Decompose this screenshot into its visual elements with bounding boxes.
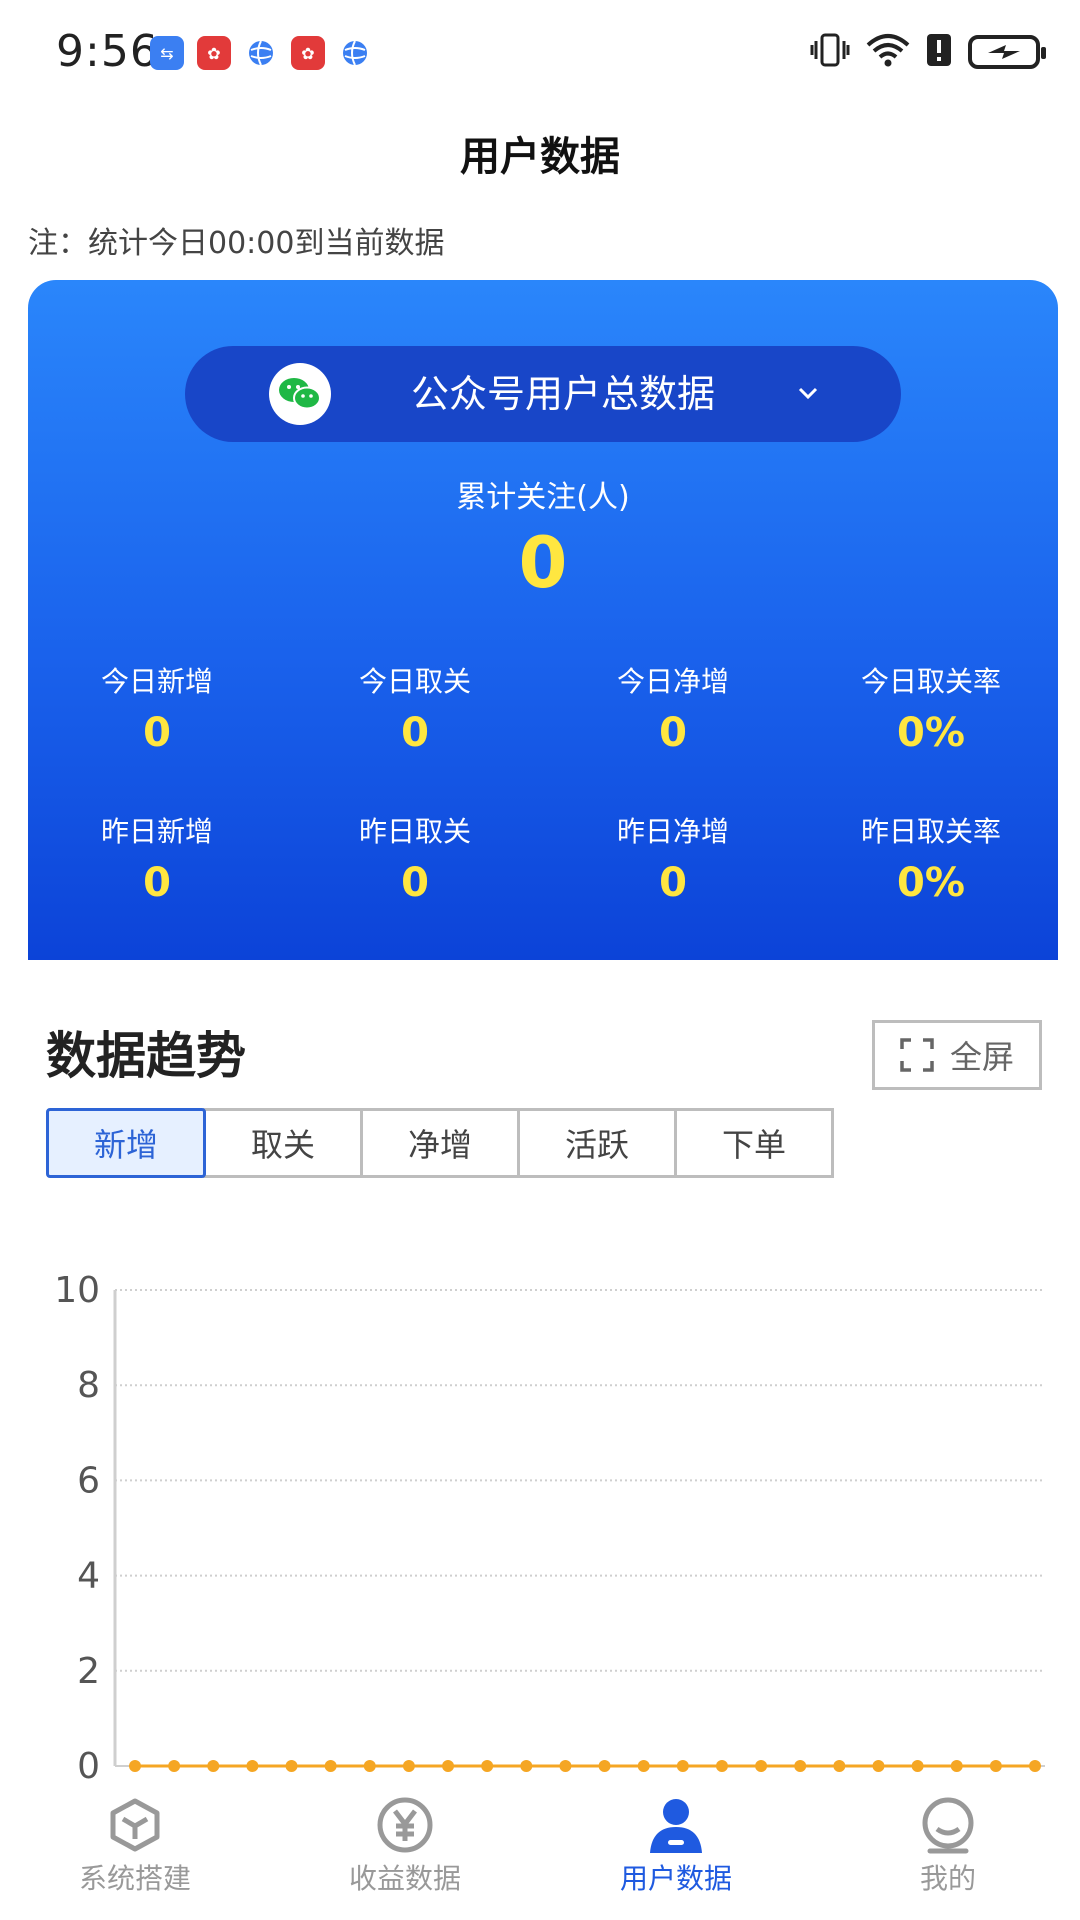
- data-point: [402, 1760, 415, 1772]
- stat-value: 0: [401, 860, 429, 906]
- alert-icon: [926, 33, 952, 71]
- chevron-down-icon: [798, 387, 818, 400]
- clock: 9:56: [56, 26, 159, 77]
- profile-icon: [922, 1797, 974, 1854]
- data-point: [715, 1760, 728, 1772]
- trend-tabs: 新增 取关 净增 活跃 下单: [46, 1108, 846, 1178]
- data-point: [168, 1760, 181, 1772]
- wifi-icon: [866, 33, 910, 71]
- tab-net[interactable]: 净增: [360, 1108, 520, 1178]
- yen-icon: [377, 1797, 433, 1853]
- stat-yesterday-net: 昨日净增 0: [544, 810, 802, 906]
- stat-value: 0%: [897, 860, 965, 906]
- data-point: [207, 1760, 220, 1772]
- fullscreen-icon: [900, 1038, 934, 1072]
- data-point: [833, 1760, 846, 1772]
- fullscreen-button[interactable]: 全屏: [872, 1020, 1042, 1090]
- y-tick-label: 6: [77, 1460, 100, 1501]
- y-tick-label: 2: [77, 1651, 100, 1692]
- y-tick-label: 4: [77, 1556, 100, 1597]
- trend-title: 数据趋势: [46, 1027, 246, 1085]
- stat-value: 0: [143, 710, 171, 756]
- nav-label: 我的: [919, 1862, 976, 1895]
- cube-icon: [110, 1798, 160, 1852]
- total-followers-value: 0: [518, 522, 568, 604]
- data-point: [520, 1760, 533, 1772]
- data-point: [285, 1760, 298, 1772]
- stat-value: 0%: [897, 710, 965, 756]
- data-point: [324, 1760, 337, 1772]
- tab-active[interactable]: 活跃: [517, 1108, 677, 1178]
- stat-yesterday-unfollow: 昨日取关 0: [286, 810, 544, 906]
- nav-item-revenue[interactable]: 收益数据: [305, 1795, 505, 1897]
- stat-today-unfollow-rate: 今日取关率 0%: [802, 660, 1060, 756]
- data-point: [676, 1760, 689, 1772]
- data-point: [911, 1760, 924, 1772]
- battery-charging-icon: [968, 35, 1046, 69]
- nav-item-user-data[interactable]: 用户数据: [576, 1795, 776, 1897]
- vibrate-icon: [810, 33, 850, 71]
- usb-icon: ⇆: [150, 36, 184, 70]
- stat-label: 昨日取关: [358, 815, 471, 848]
- y-tick-label: 10: [54, 1270, 100, 1311]
- stat-yesterday-unfollow-rate: 昨日取关率 0%: [802, 810, 1060, 906]
- data-point: [481, 1760, 494, 1772]
- data-point: [129, 1760, 141, 1772]
- y-tick-label: 8: [77, 1365, 100, 1406]
- tab-new[interactable]: 新增: [46, 1108, 206, 1178]
- user-icon: [650, 1799, 702, 1853]
- stat-label: 昨日新增: [100, 815, 213, 848]
- stat-value: 0: [401, 710, 429, 756]
- data-point: [246, 1760, 259, 1772]
- stat-today-net: 今日净增 0: [544, 660, 802, 756]
- status-bar: 9:56 ⇆ ✿ ✿: [0, 0, 1080, 104]
- huawei-icon: ✿: [291, 36, 325, 70]
- stat-today-unfollow: 今日取关 0: [286, 660, 544, 756]
- wechat-icon: [269, 363, 331, 425]
- data-point: [559, 1760, 572, 1772]
- globe-icon: [244, 36, 278, 70]
- page-title: 用户数据: [460, 134, 620, 180]
- stat-label: 昨日净增: [616, 815, 729, 848]
- stat-value: 0: [659, 860, 687, 906]
- nav-label: 用户数据: [619, 1862, 732, 1895]
- nav-item-mine[interactable]: 我的: [848, 1795, 1048, 1897]
- data-point: [598, 1760, 611, 1772]
- data-point: [989, 1760, 1002, 1772]
- stat-today-new: 今日新增 0: [28, 660, 286, 756]
- stat-yesterday-new: 昨日新增 0: [28, 810, 286, 906]
- nav-item-system-build[interactable]: 系统搭建: [35, 1795, 235, 1897]
- total-followers-label: 累计关注(人): [456, 480, 630, 515]
- trend-chart: 0 2 4 6 8 10: [54, 1270, 1045, 1787]
- data-point: [442, 1760, 455, 1772]
- data-point: [794, 1760, 807, 1772]
- tab-order[interactable]: 下单: [674, 1108, 834, 1178]
- bottom-nav: 系统搭建 收益数据 用户数据 我的: [0, 1795, 1080, 1920]
- stat-label: 今日净增: [616, 665, 729, 698]
- stat-value: 0: [659, 710, 687, 756]
- data-point: [755, 1760, 768, 1772]
- data-point: [363, 1760, 376, 1772]
- summary-card: 公众号用户总数据 累计关注(人) 0 今日新增 0 今日取关 0 今日净增 0 …: [28, 280, 1058, 960]
- stat-label: 今日取关率: [860, 665, 1001, 698]
- stat-label: 昨日取关率: [860, 815, 1001, 848]
- fullscreen-label: 全屏: [949, 1038, 1014, 1076]
- account-selector-label: 公众号用户总数据: [410, 372, 715, 416]
- data-point: [1029, 1760, 1041, 1772]
- data-point: [872, 1760, 885, 1772]
- tab-unfollow[interactable]: 取关: [203, 1108, 363, 1178]
- account-selector[interactable]: 公众号用户总数据: [185, 346, 901, 442]
- data-point: [637, 1760, 650, 1772]
- stat-value: 0: [143, 860, 171, 906]
- globe-icon: [338, 36, 372, 70]
- stat-label: 今日新增: [100, 665, 213, 698]
- stats-note: 注：统计今日00:00到当前数据: [28, 226, 445, 261]
- nav-label: 系统搭建: [78, 1862, 191, 1895]
- stat-label: 今日取关: [358, 665, 471, 698]
- data-point: [950, 1760, 963, 1772]
- y-tick-label: 0: [77, 1746, 100, 1787]
- nav-label: 收益数据: [348, 1862, 461, 1895]
- huawei-icon: ✿: [197, 36, 231, 70]
